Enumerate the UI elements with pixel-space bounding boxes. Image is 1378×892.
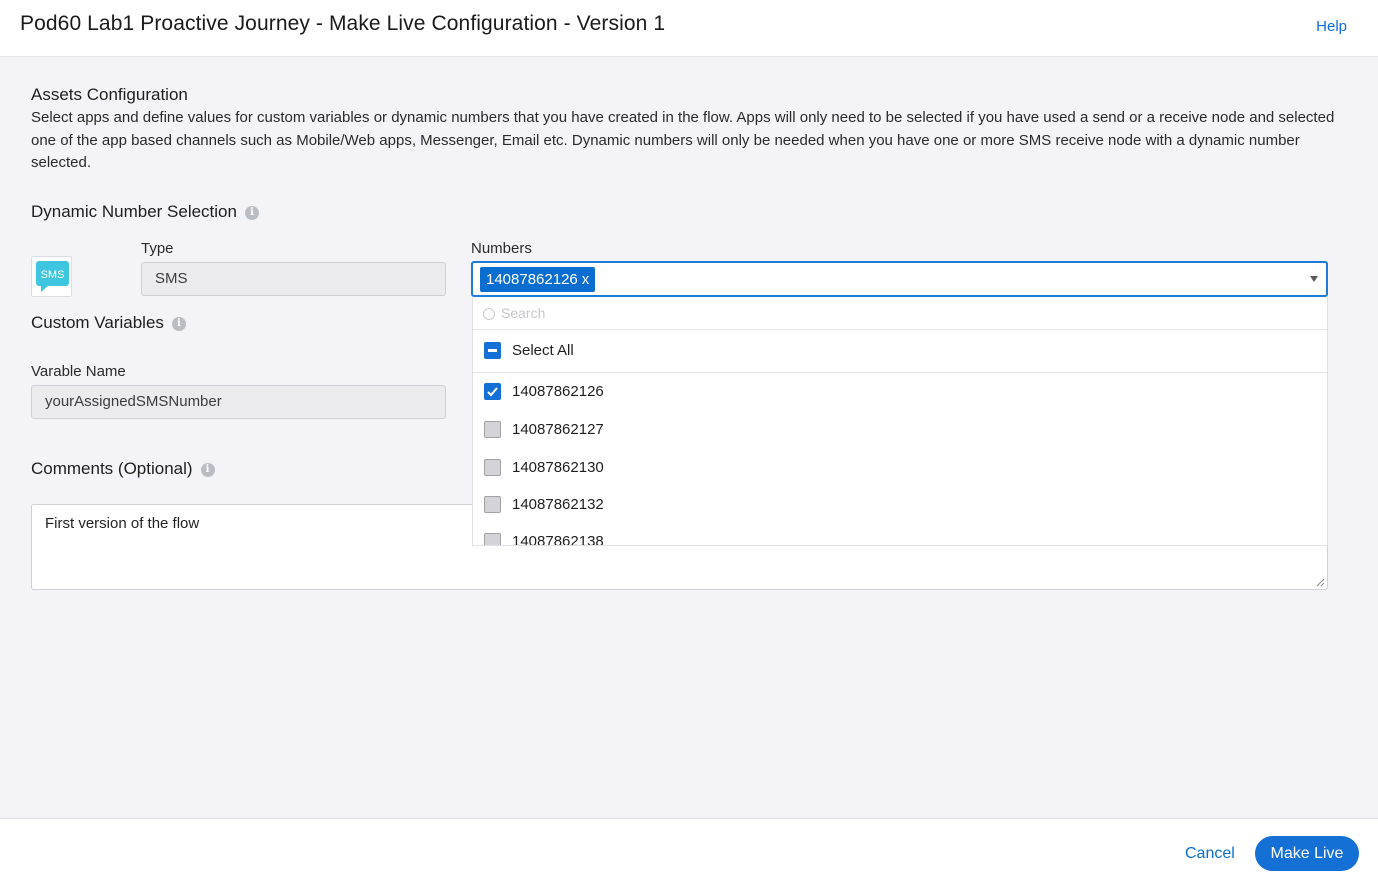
- checkbox-unchecked[interactable]: [484, 421, 501, 438]
- search-input[interactable]: [501, 303, 1101, 323]
- select-all-label: Select All: [512, 342, 574, 359]
- modal-header: Pod60 Lab1 Proactive Journey - Make Live…: [0, 0, 1378, 57]
- modal-footer: Cancel Make Live: [0, 818, 1378, 892]
- number-option[interactable]: 14087862127: [473, 411, 1327, 448]
- dynamic-number-heading-text: Dynamic Number Selection: [31, 202, 237, 221]
- numbers-multiselect[interactable]: 14087862126 x: [471, 261, 1328, 297]
- search-icon: [483, 308, 495, 320]
- number-option-label: 14087862132: [512, 496, 604, 513]
- info-icon[interactable]: i: [171, 317, 186, 331]
- type-label: Type: [141, 240, 174, 257]
- comments-heading: Comments (Optional) i: [31, 459, 215, 479]
- number-option[interactable]: 14087862132: [473, 486, 1327, 523]
- number-option[interactable]: 14087862126: [473, 373, 1327, 410]
- number-option-label: 14087862127: [512, 421, 604, 438]
- dropdown-search: [473, 297, 1327, 330]
- modal-body: Assets Configuration Select apps and def…: [0, 57, 1378, 818]
- checkbox-unchecked[interactable]: [484, 459, 501, 476]
- checkbox-unchecked[interactable]: [484, 496, 501, 513]
- comments-heading-text: Comments (Optional): [31, 459, 193, 478]
- chevron-down-icon[interactable]: [1310, 276, 1318, 282]
- help-link[interactable]: Help: [1316, 18, 1347, 35]
- custom-variables-heading: Custom Variables i: [31, 313, 186, 333]
- checkbox-unchecked[interactable]: [484, 533, 501, 545]
- numbers-dropdown: Select All 14087862126 14087862127 14087…: [472, 297, 1328, 546]
- number-option-label: 14087862126: [512, 383, 604, 400]
- number-option[interactable]: 14087862130: [473, 449, 1327, 486]
- info-icon[interactable]: i: [200, 463, 215, 477]
- assets-description: Select apps and define values for custom…: [31, 109, 1335, 171]
- make-live-button[interactable]: Make Live: [1255, 836, 1359, 871]
- sms-icon-text: SMS: [41, 269, 65, 281]
- select-all-option[interactable]: Select All: [473, 332, 1327, 369]
- chip-remove-icon[interactable]: x: [582, 271, 590, 288]
- sms-icon: SMS: [36, 261, 69, 292]
- variable-name-field: yourAssignedSMSNumber: [31, 385, 446, 419]
- resize-handle-icon[interactable]: [1316, 578, 1325, 587]
- page-title: Pod60 Lab1 Proactive Journey - Make Live…: [20, 12, 666, 35]
- type-field: SMS: [141, 262, 446, 296]
- cancel-button[interactable]: Cancel: [1185, 845, 1235, 863]
- assets-configuration-heading: Assets Configuration: [31, 85, 188, 104]
- comments-text: First version of the flow: [45, 515, 200, 532]
- variable-name-label: Varable Name: [31, 363, 126, 380]
- number-option-label: 14087862130: [512, 459, 604, 476]
- select-all-checkbox[interactable]: [484, 342, 501, 359]
- dynamic-number-heading: Dynamic Number Selection i: [31, 202, 259, 222]
- custom-variables-heading-text: Custom Variables: [31, 313, 164, 332]
- info-icon[interactable]: i: [244, 206, 259, 220]
- number-option[interactable]: 14087862138: [473, 523, 1327, 546]
- chip-label: 14087862126: [486, 271, 578, 288]
- number-option-label: 14087862138: [512, 533, 604, 546]
- checkbox-checked[interactable]: [484, 383, 501, 400]
- sms-channel-icon-box: SMS: [31, 256, 72, 297]
- checkmark-icon: [487, 387, 498, 397]
- numbers-label: Numbers: [471, 240, 532, 257]
- selected-number-chip[interactable]: 14087862126 x: [480, 267, 596, 292]
